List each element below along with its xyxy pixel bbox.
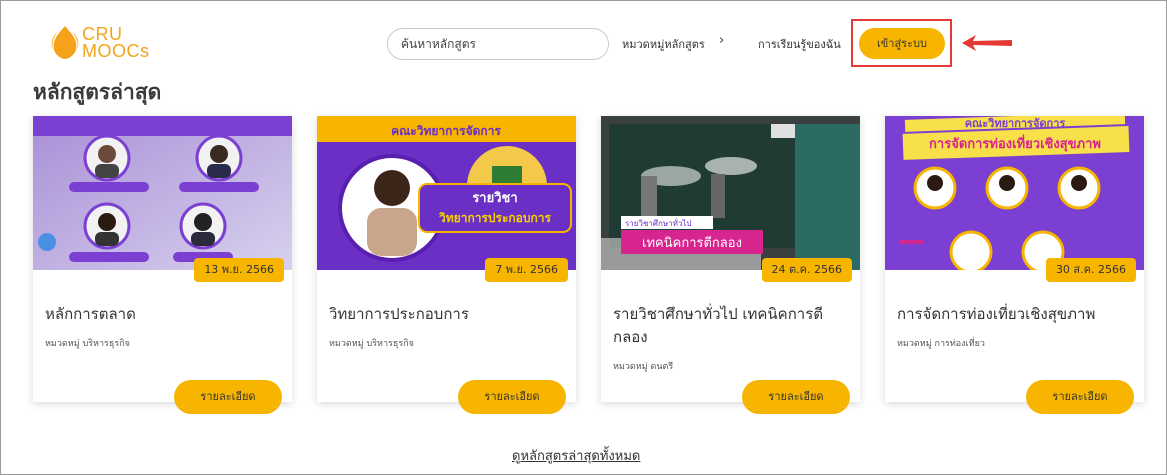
course-date-badge: 13 พ.ย. 2566 xyxy=(194,258,284,282)
course-title[interactable]: การจัดการท่องเที่ยวเชิงสุขภาพ xyxy=(897,303,1127,326)
course-date-badge: 30 ส.ค. 2566 xyxy=(1045,258,1136,282)
course-category: หมวดหมู่ บริหารธุรกิจ xyxy=(45,339,130,349)
banner-big-text: เทคนิคการตีกลอง xyxy=(642,235,742,251)
course-thumbnail: คณะวิทยาการจัดการ รายวิชา วิทยาการประกอบ… xyxy=(317,116,576,270)
banner-subject-name: วิทยาการประกอบการ xyxy=(439,211,552,225)
view-all-courses-link[interactable]: ดูหลักสูตรล่าสุดทั้งหมด xyxy=(512,445,640,466)
course-title[interactable]: วิทยาการประกอบการ xyxy=(329,303,559,326)
flame-logo-icon xyxy=(51,26,79,59)
course-category: หมวดหมู่ การท่องเที่ยว xyxy=(897,339,985,349)
banner-faculty-text: คณะวิทยาการจัดการ xyxy=(965,117,1066,130)
course-thumbnail: คณะวิทยาการจัดการ การจัดการท่องเที่ยวเชิ… xyxy=(885,116,1144,270)
course-details-button[interactable]: รายละเอียด xyxy=(742,380,850,414)
login-button[interactable]: เข้าสู่ระบบ xyxy=(859,28,945,59)
course-card[interactable]: 13 พ.ย. 2566 หลักการตลาด หมวดหมู่ บริหาร… xyxy=(33,116,292,414)
nav-categories-link[interactable]: หมวดหมู่หลักสูตร xyxy=(622,35,705,53)
course-thumbnail: รายวิชาศึกษาทั่วไป เทคนิคการตีกลอง xyxy=(601,116,860,270)
chevron-right-icon[interactable]: › xyxy=(719,33,724,48)
course-category: หมวดหมู่ บริหารธุรกิจ xyxy=(329,339,414,349)
logo-text-moocs: MOOCs xyxy=(82,41,150,61)
section-title: หลักสูตรล่าสุด xyxy=(33,80,162,104)
course-details-button[interactable]: รายละเอียด xyxy=(1026,380,1134,414)
site-logo[interactable]: CRU MOOCs xyxy=(48,24,168,64)
course-date-badge: 7 พ.ย. 2566 xyxy=(485,258,568,282)
red-arrow-left-icon xyxy=(962,35,1012,51)
course-card[interactable]: คณะวิทยาการจัดการ รายวิชา วิทยาการประกอบ… xyxy=(317,116,576,414)
course-title[interactable]: รายวิชาศึกษาทั่วไป เทคนิคการตีกลอง xyxy=(613,303,843,349)
course-details-button[interactable]: รายละเอียด xyxy=(458,380,566,414)
course-category: หมวดหมู่ ดนตรี xyxy=(613,362,674,372)
banner-faculty-text: คณะวิทยาการจัดการ xyxy=(391,124,501,138)
course-thumbnail xyxy=(33,116,292,270)
course-card[interactable]: รายวิชาศึกษาทั่วไป เทคนิคการตีกลอง 24 ต.… xyxy=(601,116,860,414)
course-details-button[interactable]: รายละเอียด xyxy=(174,380,282,414)
banner-subject-label: รายวิชา xyxy=(472,191,517,206)
course-card[interactable]: คณะวิทยาการจัดการ การจัดการท่องเที่ยวเชิ… xyxy=(885,116,1144,414)
nav-my-learning-link[interactable]: การเรียนรู้ของฉัน xyxy=(758,35,841,53)
search-input[interactable] xyxy=(387,28,609,60)
course-title[interactable]: หลักการตลาด xyxy=(45,303,275,326)
course-date-badge: 24 ต.ค. 2566 xyxy=(761,258,852,282)
banner-title-text: การจัดการท่องเที่ยวเชิงสุขภาพ xyxy=(929,134,1101,152)
banner-small-text: รายวิชาศึกษาทั่วไป xyxy=(625,217,691,228)
